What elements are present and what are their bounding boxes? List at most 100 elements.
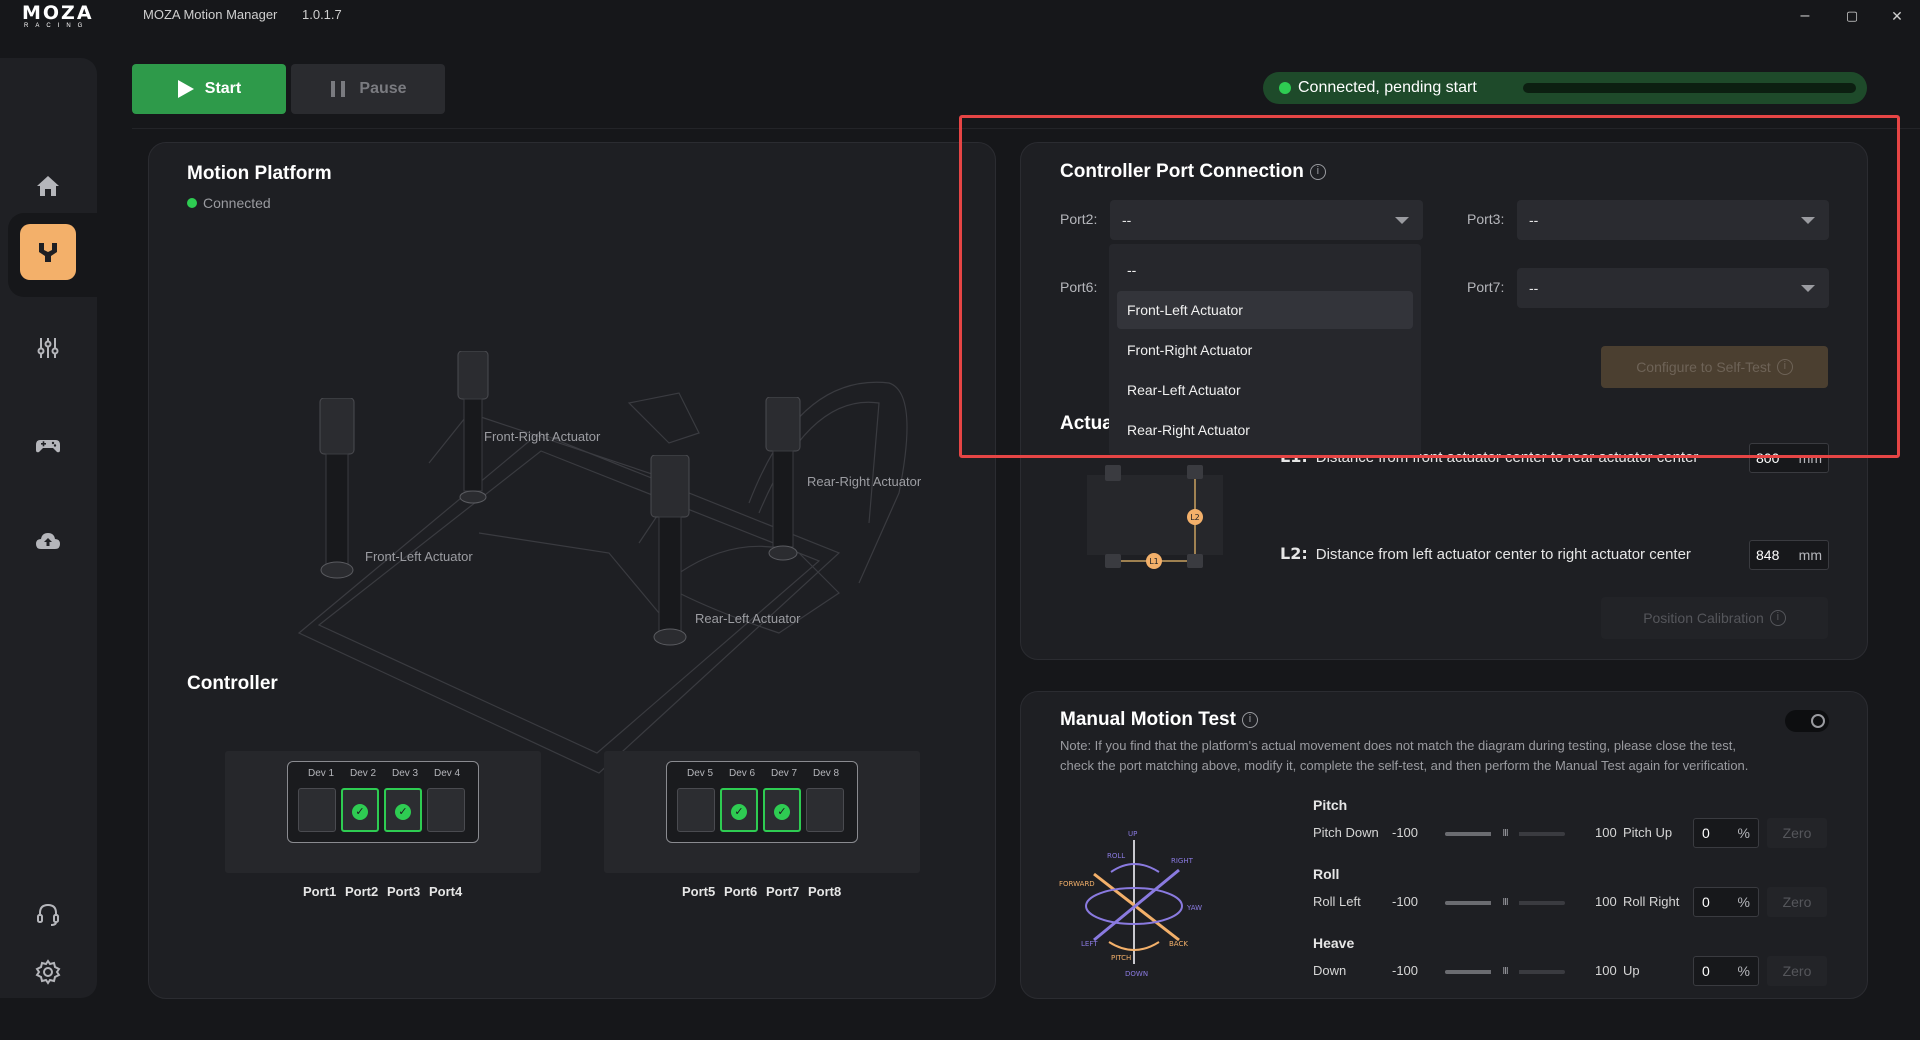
heave-slider-thumb[interactable]: III — [1491, 964, 1519, 980]
sidebar-item-motion[interactable] — [20, 224, 76, 280]
dev-label: Dev 6 — [729, 768, 756, 779]
heave-value-input[interactable]: 0% — [1693, 956, 1759, 986]
heave-min-label: Down — [1313, 963, 1347, 978]
roll-value-input[interactable]: 0% — [1693, 887, 1759, 917]
platform-status-text: Connected — [203, 195, 271, 211]
axis-label-roll: ROLL — [1107, 852, 1125, 860]
port-socket-6: ✓ — [720, 788, 758, 832]
platform-wireframe — [297, 381, 908, 774]
pitch-unit: % — [1737, 825, 1750, 841]
port-label: Port2 — [345, 884, 379, 899]
highlight-box — [959, 115, 1900, 458]
port-socket-8 — [806, 788, 844, 832]
pitch-value-input[interactable]: 0% — [1693, 818, 1759, 848]
motion-platform-panel: Motion Platform Connected Front-Right Ac… — [148, 142, 996, 999]
start-button-label: Start — [204, 80, 242, 97]
diagram-l2-label: L2 — [1190, 513, 1200, 522]
roll-unit: % — [1737, 894, 1750, 910]
dev-label: Dev 8 — [813, 768, 840, 779]
heave-min-value: -100 — [1392, 963, 1419, 978]
port-label: Port1 — [303, 884, 337, 899]
position-calibration-button[interactable]: Position Calibration i — [1601, 597, 1828, 639]
port-socket-2: ✓ — [341, 788, 379, 832]
motion-axes-diagram: UP ROLL RIGHT FORWARD YAW LEFT PITCH BAC… — [1059, 830, 1202, 978]
toggle-knob — [1811, 714, 1825, 728]
connection-status: Connected, pending start — [1263, 72, 1867, 104]
manual-test-toggle[interactable] — [1785, 710, 1829, 732]
close-button[interactable]: ✕ — [1882, 4, 1912, 28]
front-right-actuator-label: Front-Right Actuator — [484, 429, 601, 444]
dev-label: Dev 5 — [687, 768, 714, 779]
port-socket-5 — [677, 788, 715, 832]
start-button[interactable]: Start — [132, 64, 286, 114]
pitch-value: 0 — [1702, 825, 1710, 841]
minimize-button[interactable]: – — [1790, 4, 1820, 28]
roll-max-label: Roll Right — [1623, 894, 1680, 909]
sidebar-item-games[interactable] — [20, 417, 76, 473]
rear-left-actuator-label: Rear-Left Actuator — [695, 611, 801, 626]
heave-value: 0 — [1702, 963, 1710, 979]
sidebar-item-cloud[interactable] — [20, 513, 76, 569]
play-icon — [177, 80, 194, 98]
moza-logo: MOZA RACING — [22, 2, 124, 30]
axis-label-left: LEFT — [1081, 940, 1098, 948]
pitch-title: Pitch — [1313, 797, 1348, 813]
heave-slider[interactable]: III — [1445, 964, 1565, 980]
motion-platform-title: Motion Platform — [187, 163, 332, 184]
axis-label-down: DOWN — [1125, 970, 1148, 978]
roll-max-value: 100 — [1595, 894, 1617, 909]
axis-label-yaw: YAW — [1186, 904, 1202, 912]
dev-label: Dev 2 — [350, 768, 377, 779]
motion-platform-icon — [39, 243, 57, 262]
roll-slider[interactable]: III — [1445, 895, 1565, 911]
rear-right-actuator-graphic — [765, 397, 801, 561]
port-label: Port5 — [682, 884, 716, 899]
port-label: Port6 — [724, 884, 758, 899]
maximize-button[interactable]: ▢ — [1837, 4, 1867, 28]
port-socket-4 — [427, 788, 465, 832]
heave-zero-button[interactable]: Zero — [1767, 956, 1827, 986]
headset-icon — [37, 903, 59, 926]
status-dot — [1279, 82, 1291, 94]
pitch-zero-button[interactable]: Zero — [1767, 818, 1827, 848]
axis-label-up: UP — [1128, 830, 1137, 838]
sidebar — [0, 58, 97, 998]
roll-slider-thumb[interactable]: III — [1491, 895, 1519, 911]
check-icon: ✓ — [774, 804, 790, 820]
dev-label: Dev 7 — [771, 768, 798, 779]
l2-text: Distance from left actuator center to ri… — [1315, 546, 1691, 563]
l2-description: L2: Distance from left actuator center to… — [1280, 544, 1691, 563]
l2-unit: mm — [1798, 547, 1822, 563]
check-icon: ✓ — [352, 804, 368, 820]
controller-box-2: Dev 5 Dev 6 Dev 7 Dev 8 ✓ ✓ — [604, 751, 920, 873]
manual-test-title: Manual Motion Test i — [1060, 709, 1258, 731]
home-icon — [37, 176, 59, 196]
controller-box-1: Dev 1 Dev 2 Dev 3 Dev 4 ✓ ✓ — [225, 751, 541, 873]
gamepad-icon — [36, 440, 60, 453]
brand-wordmark: MOZA — [22, 2, 94, 24]
l2-tag: L2: — [1280, 544, 1308, 563]
check-icon: ✓ — [731, 804, 747, 820]
sidebar-item-tuning[interactable] — [20, 320, 76, 376]
gear-icon — [35, 959, 61, 985]
port-label: Port7 — [766, 884, 800, 899]
port-label: Port8 — [808, 884, 842, 899]
pause-button[interactable]: Pause — [291, 64, 445, 114]
port-label: Port3 — [387, 884, 421, 899]
front-left-actuator-label: Front-Left Actuator — [365, 549, 473, 564]
manual-test-note: Note: If you find that the platform's ac… — [1060, 738, 1749, 773]
roll-value: 0 — [1702, 894, 1710, 910]
info-icon[interactable]: i — [1241, 711, 1258, 728]
sidebar-item-support[interactable] — [20, 886, 76, 942]
heave-max-value: 100 — [1595, 963, 1617, 978]
port-socket-3: ✓ — [384, 788, 422, 832]
info-icon: i — [1769, 610, 1786, 626]
app-version: 1.0.1.7 — [302, 7, 342, 22]
sidebar-item-home[interactable] — [20, 158, 76, 214]
roll-zero-button[interactable]: Zero — [1767, 887, 1827, 917]
l2-input[interactable]: 848 mm — [1749, 540, 1829, 570]
position-calibration-label: Position Calibration — [1643, 610, 1764, 626]
sidebar-item-settings[interactable] — [20, 944, 76, 1000]
pitch-slider-thumb[interactable]: III — [1491, 826, 1519, 842]
pitch-slider[interactable]: III — [1445, 826, 1565, 842]
